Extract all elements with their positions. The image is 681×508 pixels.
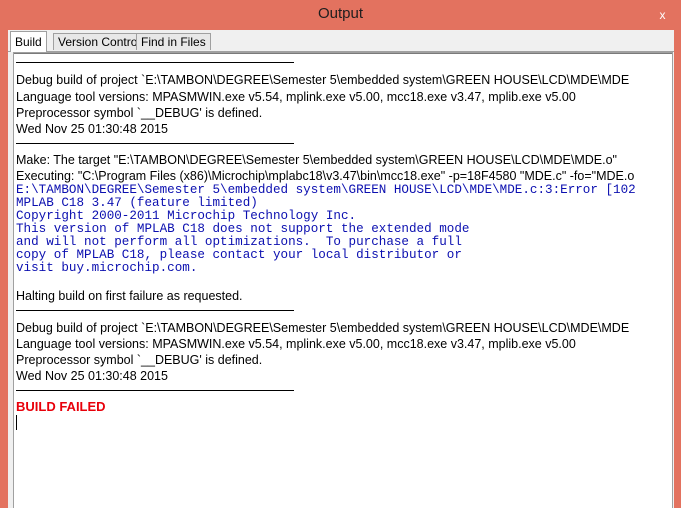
log-line: Debug build of project `E:\TAMBON\DEGREE… [16,321,630,335]
separator-line [16,390,294,391]
log-line: Preprocessor symbol `__DEBUG' is defined… [16,106,263,120]
log-line: Wed Nov 25 01:30:48 2015 [16,369,168,383]
log-line: Language tool versions: MPASMWIN.exe v5.… [16,337,576,351]
tab-version-control[interactable]: Version Control [53,33,146,50]
separator-line [16,62,294,63]
build-output-log[interactable]: Debug build of project `E:\TAMBON\DEGREE… [13,52,673,508]
log-line: Language tool versions: MPASMWIN.exe v5.… [16,90,576,104]
log-top-rule [14,53,672,54]
log-line: Wed Nov 25 01:30:48 2015 [16,122,168,136]
separator-line [16,310,294,311]
close-button[interactable]: x [653,6,672,24]
title-bar[interactable]: Output x [0,0,681,30]
log-line: Executing: "C:\Program Files (x86)\Micro… [16,169,635,183]
log-line: Debug build of project `E:\TAMBON\DEGREE… [16,73,630,87]
log-line: Make: The target "E:\TAMBON\DEGREE\Semes… [16,153,617,167]
tab-build[interactable]: Build [10,31,47,52]
close-icon: x [659,8,666,22]
halting-message: Halting build on first failure as reques… [16,289,243,303]
output-panel: Build Version Control Find in Files Debu… [8,30,674,508]
build-failed-status: BUILD FAILED [16,399,106,414]
separator-line [16,143,294,144]
window-title: Output [317,5,364,22]
log-line: Preprocessor symbol `__DEBUG' is defined… [16,353,263,367]
compiler-line: visit buy.microchip.com. [16,261,198,275]
text-caret [16,415,17,430]
tab-find-in-files[interactable]: Find in Files [136,33,211,50]
